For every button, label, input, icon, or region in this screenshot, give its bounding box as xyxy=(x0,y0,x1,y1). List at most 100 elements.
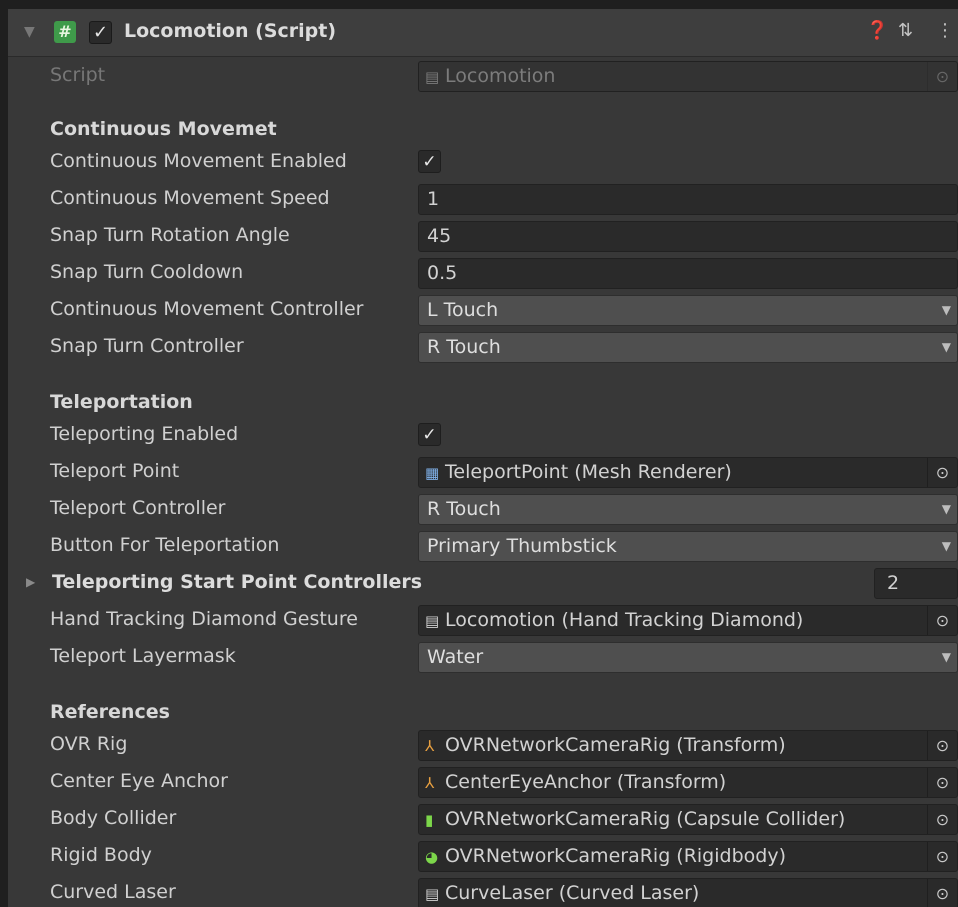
object-picker-icon[interactable]: ⊙ xyxy=(927,842,957,871)
continuous-enabled-label: Continuous Movement Enabled xyxy=(50,150,347,172)
script-file-icon: ▤ xyxy=(425,885,440,903)
menu-icon[interactable]: ⋮ xyxy=(936,20,954,41)
snap-cooldown-input[interactable]: 0.5 xyxy=(418,258,958,289)
teleport-controller-row: Teleport Controller R Touch ▼ xyxy=(8,491,958,527)
rigid-body-field[interactable]: ◕ OVRNetworkCameraRig (Rigidbody) ⊙ xyxy=(418,841,958,872)
script-field: ▤ Locomotion ⊙ xyxy=(418,61,958,92)
gesture-label: Hand Tracking Diamond Gesture xyxy=(50,608,358,630)
mesh-renderer-icon: ▦ xyxy=(425,464,440,482)
dropdown-arrow-icon: ▼ xyxy=(941,539,951,553)
component-enabled-checkbox[interactable]: ✓ xyxy=(89,21,112,44)
ovr-rig-field[interactable]: ⅄ OVRNetworkCameraRig (Transform) ⊙ xyxy=(418,730,958,761)
teleport-button-dropdown[interactable]: Primary Thumbstick ▼ xyxy=(418,531,958,562)
snap-controller-dropdown[interactable]: R Touch ▼ xyxy=(418,332,958,363)
movement-controller-dropdown[interactable]: L Touch ▼ xyxy=(418,295,958,326)
center-eye-value: CenterEyeAnchor (Transform) xyxy=(445,771,727,793)
gesture-field[interactable]: ▤ Locomotion (Hand Tracking Diamond) ⊙ xyxy=(418,605,958,636)
speed-label: Continuous Movement Speed xyxy=(50,187,330,209)
references-section-header: References xyxy=(50,701,170,723)
center-eye-row: Center Eye Anchor ⅄ CenterEyeAnchor (Tran… xyxy=(8,764,958,800)
movement-controller-value: L Touch xyxy=(427,299,499,321)
object-picker-icon[interactable]: ⊙ xyxy=(927,731,957,760)
snap-angle-row: Snap Turn Rotation Angle 45 xyxy=(8,218,958,254)
script-row: Script ▤ Locomotion ⊙ xyxy=(8,58,958,94)
body-collider-row: Body Collider ▮ OVRNetworkCameraRig (Caps… xyxy=(8,801,958,837)
component-title: Locomotion (Script) xyxy=(124,20,336,42)
gesture-row: Hand Tracking Diamond Gesture ▤ Locomotio… xyxy=(8,602,958,638)
teleport-point-value: TeleportPoint (Mesh Renderer) xyxy=(445,461,732,483)
snap-angle-input[interactable]: 45 xyxy=(418,221,958,252)
continuous-enabled-row: Continuous Movement Enabled ✓ xyxy=(8,144,958,180)
rigid-body-label: Rigid Body xyxy=(50,844,152,866)
object-picker-icon[interactable]: ⊙ xyxy=(927,606,957,635)
teleport-point-label: Teleport Point xyxy=(50,460,180,482)
teleport-button-label: Button For Teleportation xyxy=(50,534,280,556)
start-points-size-input[interactable]: 2 xyxy=(874,568,958,599)
teleport-controller-dropdown[interactable]: R Touch ▼ xyxy=(418,494,958,525)
script-file-icon: ▤ xyxy=(425,612,440,630)
ovr-rig-value: OVRNetworkCameraRig (Transform) xyxy=(445,734,786,756)
snap-controller-row: Snap Turn Controller R Touch ▼ xyxy=(8,329,958,365)
dropdown-arrow-icon: ▼ xyxy=(941,650,951,664)
layermask-dropdown[interactable]: Water ▼ xyxy=(418,642,958,673)
curved-laser-row: Curved Laser ▤ CurveLaser (Curved Laser) … xyxy=(8,875,958,907)
speed-input[interactable]: 1 xyxy=(418,184,958,215)
snap-cooldown-label: Snap Turn Cooldown xyxy=(50,261,244,283)
body-collider-value: OVRNetworkCameraRig (Capsule Collider) xyxy=(445,808,846,830)
start-points-row[interactable]: ▶ Teleporting Start Point Controllers 2 xyxy=(8,565,958,601)
snap-controller-label: Snap Turn Controller xyxy=(50,335,244,357)
snap-cooldown-row: Snap Turn Cooldown 0.5 xyxy=(8,255,958,291)
object-picker-icon[interactable]: ⊙ xyxy=(927,879,957,907)
ovr-rig-row: OVR Rig ⅄ OVRNetworkCameraRig (Transform)… xyxy=(8,727,958,763)
help-icon[interactable]: ❓ xyxy=(866,20,888,41)
continuous-section-header: Continuous Movemet xyxy=(50,118,277,140)
component-header[interactable]: ▼ # ✓ Locomotion (Script) ❓ ⇅ ⋮ xyxy=(8,9,958,57)
curved-laser-value: CurveLaser (Curved Laser) xyxy=(445,882,700,904)
layermask-value: Water xyxy=(427,646,484,668)
object-picker-icon[interactable]: ⊙ xyxy=(927,805,957,834)
teleport-controller-label: Teleport Controller xyxy=(50,497,226,519)
object-picker-icon[interactable]: ⊙ xyxy=(927,768,957,797)
curved-laser-label: Curved Laser xyxy=(50,881,176,903)
collapse-arrow-icon[interactable]: ▼ xyxy=(24,24,35,40)
transform-icon: ⅄ xyxy=(425,774,435,792)
capsule-collider-icon: ▮ xyxy=(425,811,434,829)
teleportation-section-header: Teleportation xyxy=(50,391,193,413)
snap-controller-value: R Touch xyxy=(427,336,501,358)
teleport-enabled-checkbox[interactable]: ✓ xyxy=(418,423,441,446)
continuous-enabled-checkbox[interactable]: ✓ xyxy=(418,150,441,173)
teleport-point-row: Teleport Point ▦ TeleportPoint (Mesh Rend… xyxy=(8,454,958,490)
object-picker-icon[interactable]: ⊙ xyxy=(927,458,957,487)
body-collider-label: Body Collider xyxy=(50,807,177,829)
teleport-enabled-row: Teleporting Enabled ✓ xyxy=(8,417,958,453)
foldout-arrow-icon[interactable]: ▶ xyxy=(26,575,35,589)
rigid-body-row: Rigid Body ◕ OVRNetworkCameraRig (Rigidbo… xyxy=(8,838,958,874)
layermask-label: Teleport Layermask xyxy=(50,645,236,667)
script-label: Script xyxy=(50,64,106,86)
dropdown-arrow-icon: ▼ xyxy=(941,502,951,516)
teleport-button-row: Button For Teleportation Primary Thumbst… xyxy=(8,528,958,564)
object-picker-icon: ⊙ xyxy=(927,62,957,91)
gesture-value: Locomotion (Hand Tracking Diamond) xyxy=(445,609,804,631)
body-collider-field[interactable]: ▮ OVRNetworkCameraRig (Capsule Collider) … xyxy=(418,804,958,835)
transform-icon: ⅄ xyxy=(425,737,435,755)
ovr-rig-label: OVR Rig xyxy=(50,733,128,755)
movement-controller-label: Continuous Movement Controller xyxy=(50,298,364,320)
speed-row: Continuous Movement Speed 1 xyxy=(8,181,958,217)
preset-icon[interactable]: ⇅ xyxy=(898,20,913,41)
dropdown-arrow-icon: ▼ xyxy=(941,303,951,317)
teleport-controller-value: R Touch xyxy=(427,498,501,520)
teleport-enabled-label: Teleporting Enabled xyxy=(50,423,239,445)
layermask-row: Teleport Layermask Water ▼ xyxy=(8,639,958,675)
movement-controller-row: Continuous Movement Controller L Touch ▼ xyxy=(8,292,958,328)
script-file-icon: ▤ xyxy=(425,68,440,86)
curved-laser-field[interactable]: ▤ CurveLaser (Curved Laser) ⊙ xyxy=(418,878,958,907)
teleport-point-field[interactable]: ▦ TeleportPoint (Mesh Renderer) ⊙ xyxy=(418,457,958,488)
snap-angle-label: Snap Turn Rotation Angle xyxy=(50,224,290,246)
script-icon: # xyxy=(54,21,76,43)
dropdown-arrow-icon: ▼ xyxy=(941,340,951,354)
script-value: Locomotion xyxy=(445,65,556,87)
center-eye-field[interactable]: ⅄ CenterEyeAnchor (Transform) ⊙ xyxy=(418,767,958,798)
rigidbody-icon: ◕ xyxy=(425,848,439,866)
start-points-label[interactable]: Teleporting Start Point Controllers xyxy=(52,571,422,593)
